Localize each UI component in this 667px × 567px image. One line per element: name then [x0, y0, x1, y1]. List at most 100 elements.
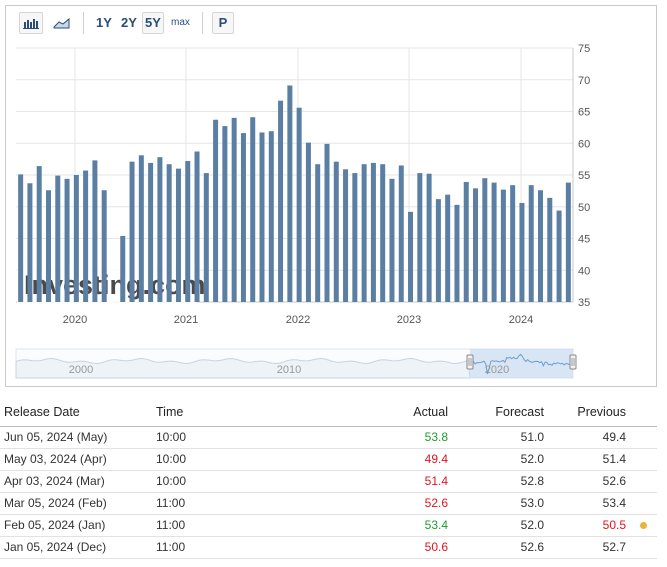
- chart-bar[interactable]: [92, 160, 98, 302]
- y-tick-label: 55: [578, 170, 590, 182]
- chart-bar[interactable]: [194, 151, 200, 302]
- actual-cell: 52.6: [322, 492, 452, 515]
- chart-bar[interactable]: [129, 161, 135, 302]
- chart-bar[interactable]: [528, 185, 534, 302]
- chart-bar[interactable]: [315, 164, 321, 302]
- release-date-cell: Apr 03, 2024 (Mar): [0, 470, 152, 493]
- chart-bar[interactable]: [491, 182, 497, 302]
- chart-bar[interactable]: [519, 202, 525, 302]
- actual-cell: 49.4: [322, 448, 452, 471]
- x-tick-label: 2021: [174, 314, 198, 326]
- header-forecast[interactable]: Forecast: [452, 398, 548, 427]
- navigator-year-label: 2020: [485, 364, 509, 376]
- chart-bar[interactable]: [213, 119, 219, 302]
- header-actual[interactable]: Actual: [322, 398, 452, 427]
- chart-bar[interactable]: [408, 211, 414, 302]
- chart-bar[interactable]: [500, 189, 506, 302]
- chart-bar[interactable]: [231, 117, 237, 302]
- chart-bar[interactable]: [203, 173, 209, 302]
- table-row: Feb 05, 2024 (Jan) 11:00 53.4 52.0 50.5: [0, 514, 657, 537]
- release-date-cell: May 03, 2024 (Apr): [0, 448, 152, 471]
- chart-bar[interactable]: [426, 173, 432, 302]
- chart-bar[interactable]: [324, 143, 330, 302]
- chart-svg: Investing.com 354045505560657075 2020 202…: [15, 43, 590, 379]
- y-tick-label: 35: [578, 297, 590, 309]
- chart-bar[interactable]: [445, 194, 451, 302]
- chart-bar[interactable]: [565, 182, 571, 302]
- y-tick-label: 70: [578, 75, 590, 87]
- chart-bar[interactable]: [510, 185, 516, 302]
- chart-bar[interactable]: [296, 107, 302, 302]
- navigator-left-handle[interactable]: [466, 354, 474, 370]
- chart-bar[interactable]: [222, 126, 228, 302]
- chart-bar[interactable]: [463, 181, 469, 302]
- actual-cell: 51.4: [322, 470, 452, 493]
- previous-cell: 53.4: [548, 492, 630, 515]
- chart-bar[interactable]: [389, 178, 395, 302]
- chart-bar[interactable]: [27, 183, 33, 302]
- chart-bar[interactable]: [435, 199, 441, 302]
- release-date-cell: Mar 05, 2024 (Feb): [0, 492, 152, 515]
- chart-bar[interactable]: [45, 190, 51, 302]
- chart-bar[interactable]: [473, 188, 479, 302]
- chart-bar[interactable]: [138, 155, 144, 302]
- chart-bar[interactable]: [83, 170, 89, 302]
- chart-bar[interactable]: [36, 166, 42, 302]
- chart-bar[interactable]: [343, 169, 349, 302]
- forecast-cell: 52.0: [452, 448, 548, 471]
- chart-bar[interactable]: [55, 175, 61, 302]
- chart-bar[interactable]: [185, 161, 191, 302]
- chart-bar[interactable]: [101, 190, 107, 302]
- forecast-cell: 52.8: [452, 470, 548, 493]
- chart-bar[interactable]: [398, 165, 404, 302]
- chart-bar[interactable]: [361, 164, 367, 302]
- table-row: Apr 03, 2024 (Mar) 10:00 51.4 52.8 52.6: [0, 470, 657, 493]
- chart-bar[interactable]: [305, 142, 311, 302]
- chart-bar[interactable]: [250, 117, 256, 302]
- chart-bar[interactable]: [333, 161, 339, 302]
- chart-bar[interactable]: [120, 235, 126, 302]
- chart-bar[interactable]: [148, 162, 154, 302]
- y-axis-labels: 35 40 45 50 55 60 65 70 75: [578, 43, 590, 309]
- chart-bar[interactable]: [64, 178, 70, 302]
- chart-bar[interactable]: [287, 85, 293, 302]
- actual-cell: 53.8: [322, 426, 452, 449]
- chart-bar[interactable]: [240, 133, 246, 302]
- chart-bar[interactable]: [538, 190, 544, 302]
- chart-bar[interactable]: [482, 178, 488, 302]
- chart-bar[interactable]: [18, 174, 24, 302]
- header-release-date[interactable]: Release Date: [0, 398, 152, 427]
- chart-bar[interactable]: [259, 132, 265, 302]
- y-tick-label: 75: [578, 43, 590, 55]
- header-time[interactable]: Time: [152, 398, 322, 427]
- chart-bar[interactable]: [175, 168, 181, 302]
- chart-bar[interactable]: [278, 100, 284, 302]
- table-row: Jun 05, 2024 (May) 10:00 53.8 51.0 49.4: [0, 426, 657, 449]
- previous-cell: 52.7: [548, 536, 630, 559]
- chart-bar[interactable]: [157, 157, 163, 302]
- revision-indicator-icon[interactable]: [640, 522, 647, 529]
- chart-bar[interactable]: [370, 162, 376, 302]
- chart-bar[interactable]: [556, 210, 562, 302]
- time-cell: 10:00: [152, 426, 322, 449]
- navigator[interactable]: 2000 2010 2020: [15, 348, 577, 379]
- release-date-cell: Jun 05, 2024 (May): [0, 426, 152, 449]
- forecast-cell: 52.6: [452, 536, 548, 559]
- chart-bar[interactable]: [547, 197, 553, 302]
- chart-bar[interactable]: [454, 204, 460, 302]
- previous-cell: 49.4: [548, 426, 630, 449]
- x-tick-label: 2023: [397, 314, 421, 326]
- time-cell: 11:00: [152, 536, 322, 559]
- release-date-cell: Jan 05, 2024 (Dec): [0, 536, 152, 559]
- table-row: May 03, 2024 (Apr) 10:00 49.4 52.0 51.4: [0, 448, 657, 471]
- navigator-right-handle[interactable]: [569, 354, 577, 370]
- time-cell: 11:00: [152, 492, 322, 515]
- chart-bar[interactable]: [417, 173, 423, 302]
- chart-bar[interactable]: [380, 164, 386, 302]
- chart-bar[interactable]: [352, 173, 358, 302]
- chart-bar[interactable]: [166, 164, 172, 302]
- chart-bar[interactable]: [73, 175, 79, 302]
- table-header-row: Release Date Time Actual Forecast Previo…: [0, 398, 657, 427]
- header-previous[interactable]: Previous: [548, 398, 630, 427]
- chart-bar[interactable]: [268, 131, 274, 302]
